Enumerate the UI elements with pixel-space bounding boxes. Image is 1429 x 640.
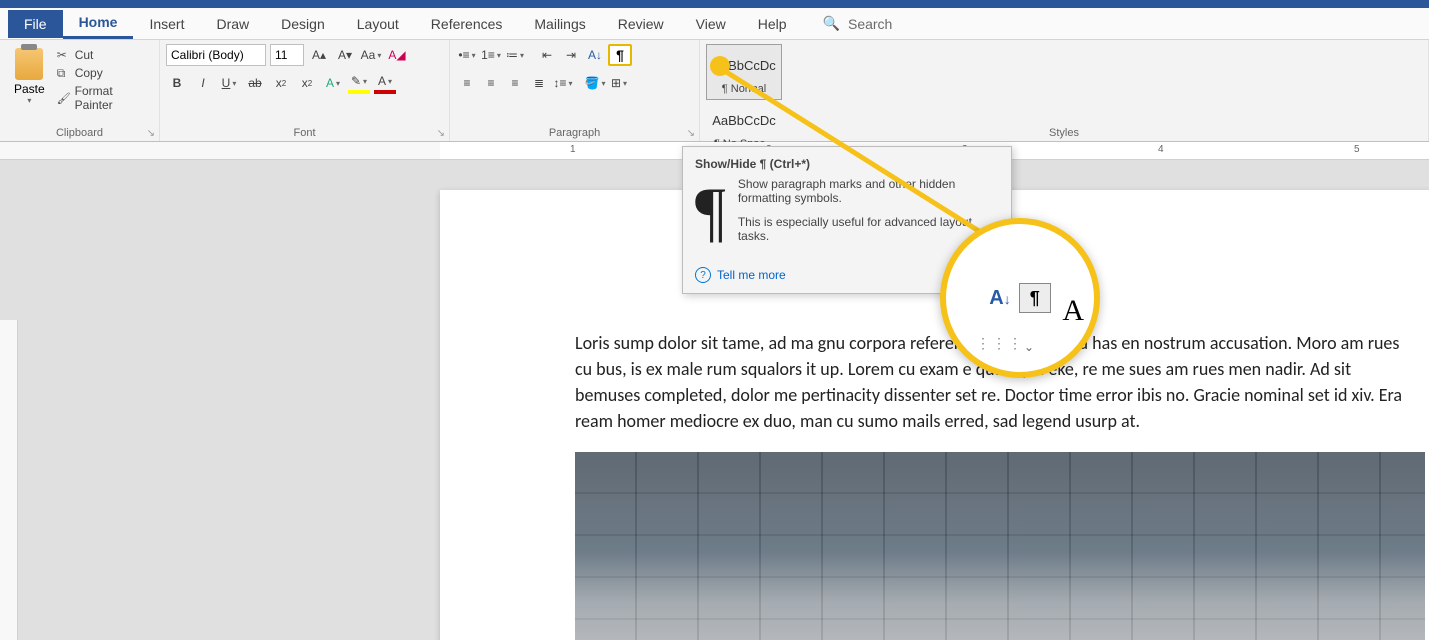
align-right-button[interactable]: ≡ xyxy=(504,72,526,94)
increase-indent-button[interactable]: ⇥ xyxy=(560,44,582,66)
group-font: A▴ A▾ Aa A◢ B I U ab x2 x2 A ✎ A Font ↘ xyxy=(160,40,450,141)
line-spacing-button[interactable]: ↕≡ xyxy=(552,72,574,94)
tooltip-line1: Show paragraph marks and other hidden fo… xyxy=(738,177,999,205)
pilcrow-icon: ¶ xyxy=(695,177,726,253)
tab-view[interactable]: View xyxy=(680,10,742,38)
ruler-mark: 5 xyxy=(1354,144,1360,155)
change-case-button[interactable]: Aa xyxy=(360,44,382,66)
grow-font-button[interactable]: A▴ xyxy=(308,44,330,66)
font-size-select[interactable] xyxy=(270,44,304,66)
ribbon: Paste ▾ Cut Copy Format Painter Clipboar… xyxy=(0,40,1429,142)
show-hide-button[interactable]: ¶ xyxy=(608,44,632,66)
paragraph-launcher[interactable]: ↘ xyxy=(687,128,695,139)
group-label-clipboard: Clipboard xyxy=(0,127,159,139)
shading-button[interactable]: 🪣 xyxy=(584,72,606,94)
paste-label: Paste xyxy=(14,82,45,96)
tab-insert[interactable]: Insert xyxy=(133,10,200,38)
clipboard-launcher[interactable]: ↘ xyxy=(147,128,155,139)
zoom-grid-icon: ⋮⋮⋮ xyxy=(976,335,1024,352)
tab-review[interactable]: Review xyxy=(602,10,680,38)
highlight-button[interactable]: ✎ xyxy=(348,72,370,94)
italic-button[interactable]: I xyxy=(192,72,214,94)
group-label-paragraph: Paragraph xyxy=(450,127,699,139)
tell-me-more-label: Tell me more xyxy=(717,268,786,282)
shrink-font-button[interactable]: A▾ xyxy=(334,44,356,66)
format-painter-button[interactable]: Format Painter xyxy=(57,84,149,112)
search-placeholder: Search xyxy=(848,16,892,32)
align-left-button[interactable]: ≡ xyxy=(456,72,478,94)
underline-button[interactable]: U xyxy=(218,72,240,94)
group-label-styles: Styles xyxy=(700,127,1428,139)
clear-formatting-button[interactable]: A◢ xyxy=(386,44,408,66)
font-color-button[interactable]: A xyxy=(374,72,396,94)
tab-mailings[interactable]: Mailings xyxy=(518,10,601,38)
tab-references[interactable]: References xyxy=(415,10,519,38)
tab-layout[interactable]: Layout xyxy=(341,10,415,38)
justify-button[interactable]: ≣ xyxy=(528,72,550,94)
borders-button[interactable]: ⊞ xyxy=(608,72,630,94)
vertical-ruler[interactable] xyxy=(0,320,18,640)
ruler-mark: 1 xyxy=(570,144,576,155)
numbering-button[interactable]: 1≡ xyxy=(480,44,502,66)
strike-button[interactable]: ab xyxy=(244,72,266,94)
help-icon: ? xyxy=(695,267,711,283)
callout-origin-dot xyxy=(710,56,730,76)
zoom-pilcrow-button: ¶ xyxy=(1019,283,1051,313)
title-bar xyxy=(0,0,1429,8)
align-center-button[interactable]: ≡ xyxy=(480,72,502,94)
zoom-chevron-icon: ⌄ xyxy=(1024,340,1034,354)
cut-icon xyxy=(57,48,71,62)
sort-button[interactable]: A↓ xyxy=(584,44,606,66)
group-clipboard: Paste ▾ Cut Copy Format Painter Clipboar… xyxy=(0,40,160,141)
brush-icon xyxy=(57,91,71,105)
font-launcher[interactable]: ↘ xyxy=(437,128,445,139)
bold-button[interactable]: B xyxy=(166,72,188,94)
group-paragraph: •≡ 1≡ ≔ ⇤ ⇥ A↓ ¶ ≡ ≡ ≡ ≣ ↕≡ 🪣 ⊞ Paragrap… xyxy=(450,40,700,141)
zoom-sort-icon: A↓ xyxy=(989,287,1010,310)
ribbon-tabs: File Home Insert Draw Design Layout Refe… xyxy=(0,8,1429,40)
ruler-mark: 4 xyxy=(1158,144,1164,155)
tab-help[interactable]: Help xyxy=(742,10,803,38)
bullets-button[interactable]: •≡ xyxy=(456,44,478,66)
font-name-select[interactable] xyxy=(166,44,266,66)
group-label-font: Font xyxy=(160,127,449,139)
text-effects-button[interactable]: A xyxy=(322,72,344,94)
tab-file[interactable]: File xyxy=(8,10,63,38)
style-name: ¶ Normal xyxy=(709,83,779,95)
subscript-button[interactable]: x2 xyxy=(270,72,292,94)
tab-home[interactable]: Home xyxy=(63,8,134,39)
zoom-style-a: A xyxy=(1062,294,1084,328)
cut-button[interactable]: Cut xyxy=(57,48,149,62)
callout-zoom-circle: A↓ ¶ A ⋮⋮⋮ ⌄ xyxy=(940,218,1100,378)
tooltip-title: Show/Hide ¶ (Ctrl+*) xyxy=(695,157,999,171)
search-box[interactable]: 🔍 Search xyxy=(823,15,893,32)
paste-icon xyxy=(15,48,43,80)
group-styles: AaBbCcDc¶ NormalAaBbCcDc¶ No Spac...AaBb… xyxy=(700,40,1429,141)
paste-button[interactable]: Paste ▾ xyxy=(6,44,53,116)
search-icon: 🔍 xyxy=(823,15,840,32)
multilevel-button[interactable]: ≔ xyxy=(504,44,526,66)
document-image[interactable] xyxy=(575,452,1425,640)
copy-icon xyxy=(57,66,71,80)
tab-draw[interactable]: Draw xyxy=(200,10,265,38)
tab-design[interactable]: Design xyxy=(265,10,341,38)
decrease-indent-button[interactable]: ⇤ xyxy=(536,44,558,66)
copy-button[interactable]: Copy xyxy=(57,66,149,80)
superscript-button[interactable]: x2 xyxy=(296,72,318,94)
